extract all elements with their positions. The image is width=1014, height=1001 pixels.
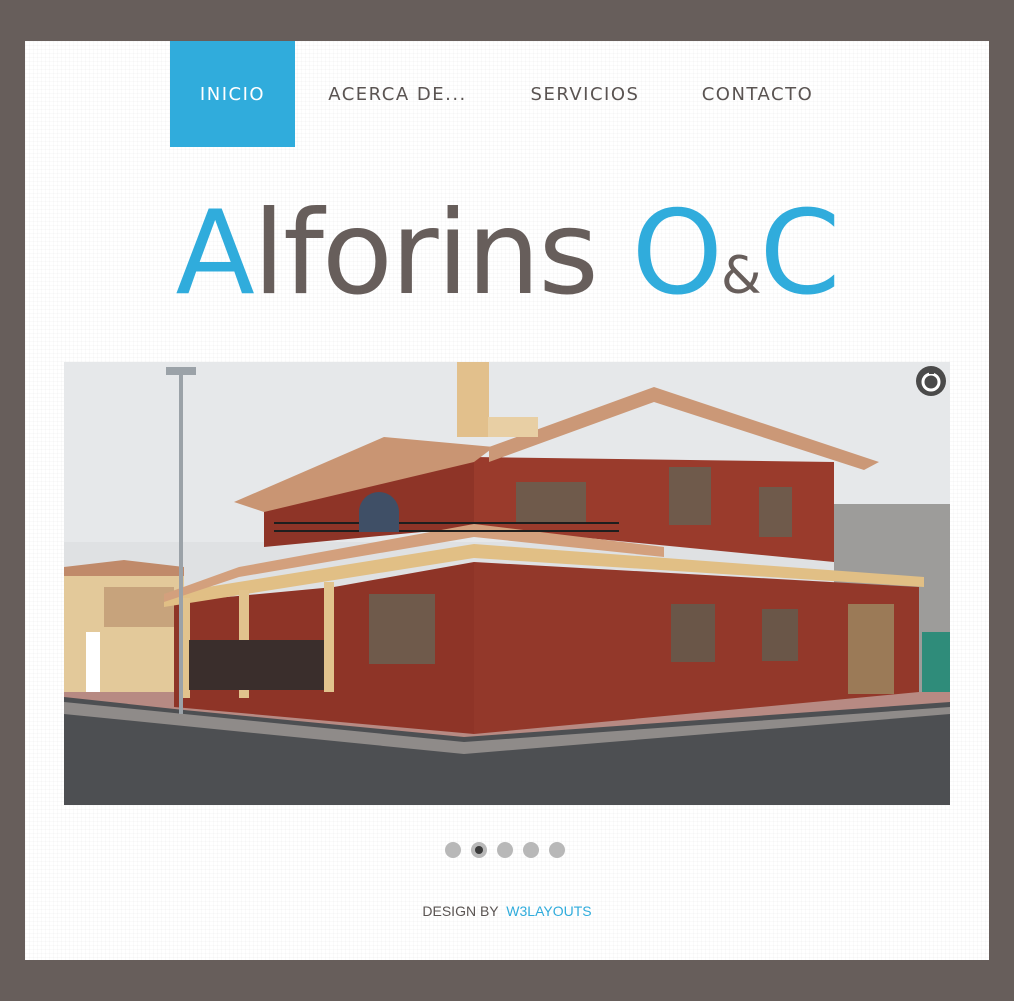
footer-credit: DESIGN BY W3LAYOUTS xyxy=(25,903,989,919)
slider-dot-4[interactable] xyxy=(523,842,539,858)
nav-item-inicio[interactable]: INICIO xyxy=(170,41,295,147)
house-photo xyxy=(64,362,950,805)
slider-dot-5[interactable] xyxy=(549,842,565,858)
slider-dot-1[interactable] xyxy=(445,842,461,858)
footer-link-w3layouts[interactable]: W3LAYOUTS xyxy=(506,903,591,919)
site-logo[interactable]: Alforins O&C xyxy=(25,189,989,341)
logo-text-lforins: lforins xyxy=(252,186,599,321)
nav-item-acerca[interactable]: ACERCA DE... xyxy=(295,41,500,147)
pause-icon[interactable] xyxy=(915,365,947,397)
logo-letter-c: C xyxy=(759,186,841,321)
footer-design-by: DESIGN BY xyxy=(422,903,499,919)
image-slider[interactable] xyxy=(64,362,950,805)
logo-letter-o: O xyxy=(631,186,723,321)
page-container: INICIO ACERCA DE... SERVICIOS CONTACTO A… xyxy=(25,41,989,960)
slider-dot-3[interactable] xyxy=(497,842,513,858)
nav-item-servicios[interactable]: SERVICIOS xyxy=(500,41,670,147)
nav-item-contacto[interactable]: CONTACTO xyxy=(670,41,845,147)
logo-ampersand: & xyxy=(720,246,762,306)
slider-dot-2[interactable] xyxy=(471,842,487,858)
logo-letter-a: A xyxy=(175,186,254,321)
main-nav: INICIO ACERCA DE... SERVICIOS CONTACTO xyxy=(170,41,845,147)
slider-pagination xyxy=(445,842,565,858)
